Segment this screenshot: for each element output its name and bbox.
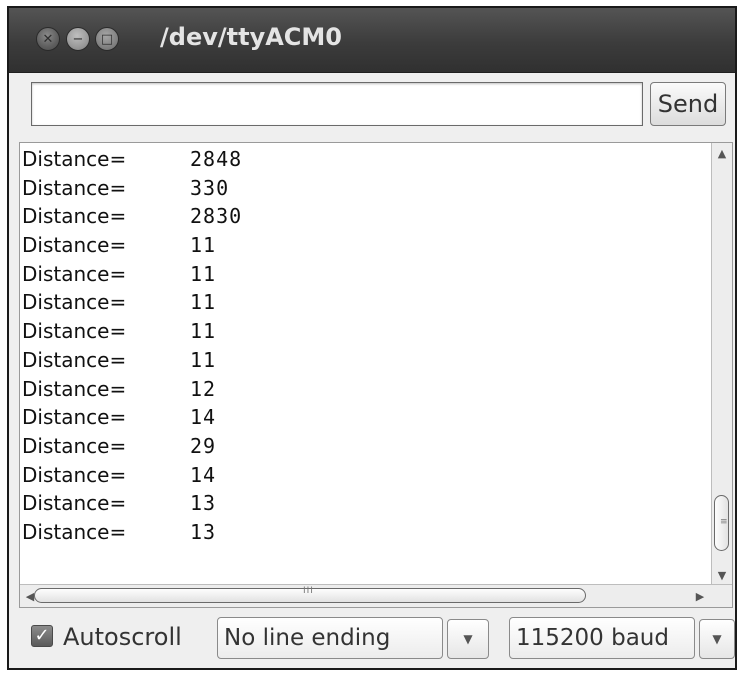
line-ending-dropdown-button[interactable]: ▼ [447,619,489,659]
scroll-up-icon[interactable]: ▲ [712,143,732,163]
output-line-label: Distance= [22,147,127,171]
output-line-value: 11 [190,290,217,315]
output-line: Distance= 11 [22,260,712,289]
output-line-value: 29 [190,433,217,458]
output-line-label: Distance= [22,519,127,544]
output-line: Distance= 11 [22,317,712,346]
vertical-scrollbar[interactable]: ▲ ≡ ▼ [711,143,732,585]
output-line: Distance= 11 [22,346,712,375]
output-lines: Distance= 2848 Distance= 330 Distance= 2830 Di… [22,145,712,581]
output-line-label: Distance= [22,233,127,258]
output-line: Distance= 11 [22,231,712,260]
scroll-down-icon[interactable]: ▼ [712,565,732,585]
output-line-label: Distance= [22,261,127,286]
chevron-down-icon: ▼ [712,632,722,646]
output-line: Distance= 29 [22,432,712,461]
autoscroll-label: Autoscroll [63,623,182,651]
output-line-value: 330 [190,175,230,200]
minimize-icon[interactable]: − [66,27,90,51]
window-title: /dev/ttyACM0 [160,23,342,51]
output-line-label: Distance= [22,347,127,372]
output-line: Distance= 13 [22,489,712,518]
horizontal-scrollbar[interactable]: ◀ III ▶ [20,584,732,607]
output-line-label: Distance= [22,319,127,344]
output-line-value: 11 [190,261,217,286]
output-line-value: 11 [190,233,217,258]
output-line-label: Distance= [22,376,127,401]
output-line-value: 13 [190,491,217,516]
output-line-value: 13 [190,519,217,544]
output-line-value: 11 [190,319,217,344]
output-line: Distance= 14 [22,403,712,432]
title-bar[interactable]: ✕ − □ /dev/ttyACM0 [9,8,735,73]
output-line-label: Distance= [22,204,127,229]
send-button[interactable]: Send [650,82,726,126]
output-line-label: Distance= [22,175,127,200]
checkmark-icon: ✓ [34,625,50,646]
footer-bar: ✓ Autoscroll No line ending ▼ 115200 bau… [9,614,735,664]
autoscroll-checkbox[interactable]: ✓ [31,625,53,647]
chevron-down-icon: ▼ [463,632,473,646]
output-line-value: 2848 [190,147,243,171]
output-line-value: 14 [190,462,217,487]
baud-rate-select[interactable]: 115200 baud [509,617,695,659]
output-line: Distance= 13 [22,518,712,547]
close-icon[interactable]: ✕ [36,27,60,51]
serial-output: Distance= 2848 Distance= 330 Distance= 2830 Di… [19,142,733,608]
horizontal-scroll-thumb[interactable]: III [34,586,586,603]
output-line-value: 14 [190,405,217,430]
serial-monitor-window: ✕ − □ /dev/ttyACM0 Send Distance= 2848 Dis… [7,6,737,670]
output-line-label: Distance= [22,462,127,487]
baud-rate-dropdown-button[interactable]: ▼ [699,619,735,659]
line-ending-select[interactable]: No line ending [217,617,443,659]
output-line-value: 2830 [190,204,243,229]
output-line-label: Distance= [22,433,127,458]
serial-input[interactable] [31,82,643,126]
output-line: Distance= 2830 [22,202,712,231]
output-line-label: Distance= [22,290,127,315]
output-line-label: Distance= [22,405,127,430]
vertical-scroll-thumb[interactable]: ≡ [714,495,729,551]
output-line-value: 11 [190,347,217,372]
output-line: Distance= 330 [22,174,712,203]
output-line: Distance= 2848 [22,145,712,174]
output-line: Distance= 14 [22,461,712,490]
output-line: Distance= 11 [22,288,712,317]
maximize-icon[interactable]: □ [95,27,119,51]
line-ending-value: No line ending [224,625,391,651]
scroll-right-icon[interactable]: ▶ [690,585,710,607]
output-line-value: 12 [190,376,217,401]
output-line: Distance= 12 [22,375,712,404]
baud-rate-value: 115200 baud [516,625,669,651]
output-line-label: Distance= [22,491,127,516]
